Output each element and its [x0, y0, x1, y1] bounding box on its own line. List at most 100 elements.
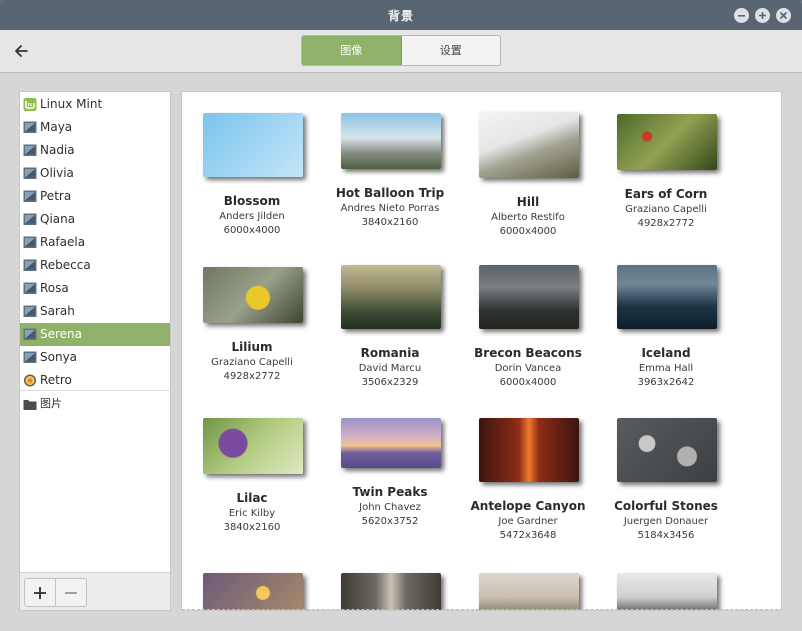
wallpaper-tile[interactable]: Twin Peaks John Chavez 5620x3752: [321, 398, 459, 548]
wallpaper-title: Blossom: [223, 194, 281, 208]
back-button[interactable]: [11, 40, 33, 62]
sidebar-item-label: Serena: [40, 327, 83, 341]
wallpaper-author: Dorin Vancea: [494, 363, 562, 374]
close-button[interactable]: [776, 8, 791, 23]
wallpaper-tile[interactable]: Lilium Graziano Capelli 4928x2772: [183, 245, 321, 395]
wallpaper-resolution: 6000x4000: [223, 225, 281, 236]
sidebar-item-pictures-folder[interactable]: 图片: [20, 393, 170, 415]
wallpaper-title: Lilac: [236, 491, 268, 505]
sidebar-item-maya[interactable]: Maya: [20, 116, 170, 139]
sidebar-toolbar: [20, 572, 170, 610]
minimize-button[interactable]: [734, 8, 749, 23]
sidebar-item-rebecca[interactable]: Rebecca: [20, 254, 170, 277]
wallpaper-thumbnail[interactable]: [341, 573, 441, 610]
wallpaper-title: Colorful Stones: [614, 499, 718, 513]
wallpaper-tile[interactable]: Iceland Emma Hall 3963x2642: [597, 245, 735, 395]
wallpaper-tile[interactable]: Hot Balloon Trip Andres Nieto Porras 3840x…: [321, 92, 459, 242]
wallpaper-thumbnail[interactable]: [617, 573, 717, 610]
wallpaper-tile[interactable]: Hill Alberto Restifo 6000x4000: [459, 92, 597, 242]
wallpaper-thumbnail[interactable]: [341, 265, 441, 329]
wallpaper-thumbnail[interactable]: [341, 418, 441, 468]
sidebar-item-label: Retro: [40, 373, 72, 387]
sidebar-item-qiana[interactable]: Qiana: [20, 208, 170, 231]
wallpaper-thumbnail[interactable]: [203, 267, 303, 323]
sidebar-item-label: Nadia: [40, 143, 75, 157]
wallpaper-tile[interactable]: Ears of Corn Graziano Capelli 4928x2772: [597, 92, 735, 242]
wallpaper-thumbnail[interactable]: [617, 418, 717, 482]
sidebar-item-sarah[interactable]: Sarah: [20, 300, 170, 323]
maximize-button[interactable]: [755, 8, 770, 23]
wallpaper-thumbnail[interactable]: [479, 418, 579, 482]
wallpaper-author: Eric Kilby: [228, 508, 276, 519]
wallpaper-collection-icon: [23, 213, 37, 225]
wallpaper-collection-icon: [23, 259, 37, 271]
sidebar-item-olivia[interactable]: Olivia: [20, 162, 170, 185]
sidebar-separator: [20, 390, 170, 391]
wallpaper-thumbnail[interactable]: [341, 113, 441, 169]
sidebar-item-sonya[interactable]: Sonya: [20, 346, 170, 369]
retro-icon: [23, 374, 37, 387]
wallpaper-resolution: 5620x3752: [361, 516, 419, 527]
back-arrow-icon: [15, 45, 28, 57]
wallpaper-collection-icon: [23, 167, 37, 179]
scroll-edge-indicator: [182, 609, 781, 610]
wallpaper-author: Alberto Restifo: [491, 212, 565, 223]
sidebar-item-retro[interactable]: Retro: [20, 369, 170, 392]
wallpaper-author: Andres Nieto Porras: [340, 203, 440, 214]
wallpaper-title: Lilium: [231, 340, 273, 354]
wallpaper-resolution: 3840x2160: [223, 522, 281, 533]
wallpaper-thumbnail[interactable]: [203, 573, 303, 610]
wallpaper-tile[interactable]: Colorful Stones Juergen Donauer 5184x3456: [597, 398, 735, 548]
wallpaper-resolution: 4928x2772: [223, 371, 281, 382]
add-folder-button[interactable]: [24, 578, 56, 607]
wallpaper-collection-icon: [23, 236, 37, 248]
background-settings-window: 背景 图像 设置 Linux Mint Maya Nadia Olivia Petra Q…: [0, 0, 802, 631]
wallpaper-title: Brecon Beacons: [474, 346, 582, 360]
wallpaper-thumbnail[interactable]: [203, 113, 303, 177]
wallpaper-collection-icon: [23, 144, 37, 156]
wallpaper-resolution: 4928x2772: [637, 218, 695, 229]
sidebar-item-label: Rebecca: [40, 258, 91, 272]
minimize-icon: [738, 15, 745, 17]
minus-icon: [65, 592, 77, 594]
sidebar-item-label: Rosa: [40, 281, 69, 295]
sidebar-item-serena[interactable]: Serena: [20, 323, 170, 346]
wallpaper-collection-icon: [23, 190, 37, 202]
wallpaper-tile[interactable]: Lilac Eric Kilby 3840x2160: [183, 398, 321, 548]
wallpaper-thumbnail[interactable]: [479, 112, 579, 178]
window-title: 背景: [387, 9, 414, 23]
wallpaper-tile[interactable]: Brecon Beacons Dorin Vancea 6000x4000: [459, 245, 597, 395]
wallpaper-thumbnail[interactable]: [203, 418, 303, 474]
folder-icon: [23, 400, 37, 410]
wallpaper-tile[interactable]: Blossom Anders Jilden 6000x4000: [183, 92, 321, 242]
wallpaper-title: Hot Balloon Trip: [335, 186, 445, 200]
wallpaper-title: Iceland: [641, 346, 691, 360]
header-bar: 图像 设置: [0, 30, 802, 73]
sidebar-item-label: Olivia: [40, 166, 74, 180]
sidebar-item-label: Linux Mint: [40, 97, 103, 111]
sidebar-item-nadia[interactable]: Nadia: [20, 139, 170, 162]
wallpaper-author: John Chavez: [359, 502, 421, 513]
wallpaper-title: Antelope Canyon: [470, 499, 586, 513]
tab-images[interactable]: 图像: [302, 36, 402, 65]
wallpaper-tile[interactable]: Antelope Canyon Joe Gardner 5472x3648: [459, 398, 597, 548]
wallpaper-thumbnail[interactable]: [617, 265, 717, 329]
remove-folder-button[interactable]: [55, 578, 87, 607]
sidebar-item-label: 图片: [40, 397, 62, 410]
sidebar-item-label: Petra: [40, 189, 72, 203]
wallpaper-thumbnail[interactable]: [617, 114, 717, 170]
sidebar-item-label: Sonya: [40, 350, 78, 364]
wallpaper-resolution: 3506x2329: [361, 377, 419, 388]
wallpaper-resolution: 3840x2160: [361, 217, 419, 228]
wallpaper-collection-icon: [23, 328, 37, 340]
wallpaper-tile[interactable]: Romania David Marcu 3506x2329: [321, 245, 459, 395]
sidebar-item-linux-mint[interactable]: Linux Mint: [20, 93, 170, 116]
view-switcher: 图像 设置: [301, 35, 501, 66]
wallpaper-thumbnail[interactable]: [479, 265, 579, 329]
tab-settings[interactable]: 设置: [402, 36, 501, 65]
sidebar-item-rosa[interactable]: Rosa: [20, 277, 170, 300]
sidebar-item-petra[interactable]: Petra: [20, 185, 170, 208]
wallpaper-thumbnail[interactable]: [479, 573, 579, 610]
sidebar-item-rafaela[interactable]: Rafaela: [20, 231, 170, 254]
wallpaper-grid: Blossom Anders Jilden 6000x4000 Hot Balloon…: [181, 91, 782, 611]
